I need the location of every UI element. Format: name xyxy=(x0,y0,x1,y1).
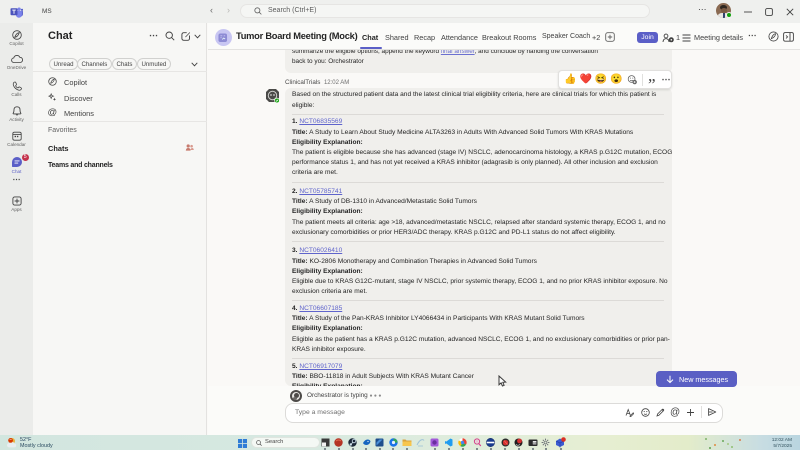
svg-text:CR: CR xyxy=(533,440,538,444)
